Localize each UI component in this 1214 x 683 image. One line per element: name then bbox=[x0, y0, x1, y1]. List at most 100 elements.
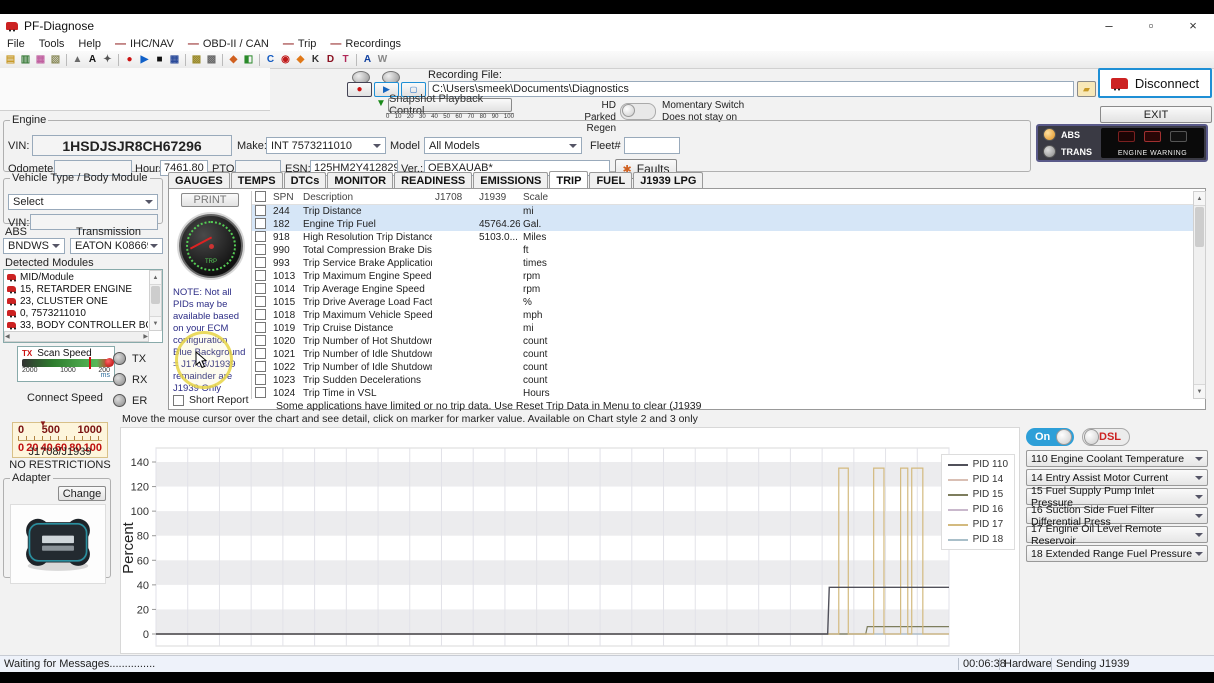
pid-dropdown-4[interactable]: 16 Suction Side Fuel Filter Differential… bbox=[1026, 507, 1208, 524]
row-checkbox-cell[interactable] bbox=[252, 257, 270, 271]
row-checkbox-cell[interactable] bbox=[252, 309, 270, 323]
tab-j1939-lpg[interactable]: J1939 LPG bbox=[633, 172, 703, 189]
pid-dropdown-1[interactable]: 110 Engine Coolant Temperature bbox=[1026, 450, 1208, 467]
row-checkbox[interactable] bbox=[255, 335, 266, 346]
row-checkbox-cell[interactable] bbox=[252, 231, 270, 245]
save-icon[interactable]: ▦ bbox=[33, 53, 48, 67]
scroll-up-icon[interactable]: ▲ bbox=[150, 271, 161, 285]
short-report-checkbox[interactable] bbox=[173, 395, 184, 406]
table-row[interactable]: 918High Resolution Trip Distance5103.0..… bbox=[252, 231, 1194, 244]
row-checkbox-cell[interactable] bbox=[252, 270, 270, 284]
tab-temps[interactable]: TEMPS bbox=[231, 172, 283, 189]
vehicle-type-select[interactable]: Select bbox=[8, 194, 158, 210]
modules-vscrollbar[interactable]: ▲ ▼ bbox=[149, 270, 162, 331]
row-checkbox[interactable] bbox=[255, 361, 266, 372]
row-checkbox[interactable] bbox=[255, 374, 266, 385]
snapshot-grid-icon[interactable]: ▦ bbox=[167, 53, 182, 67]
row-checkbox[interactable] bbox=[255, 283, 266, 294]
print-button[interactable]: PRINT bbox=[181, 193, 239, 207]
record-button[interactable]: ● bbox=[347, 82, 372, 97]
cummins-logo-icon[interactable]: ◉ bbox=[278, 53, 293, 67]
close-button[interactable]: × bbox=[1172, 14, 1214, 37]
table-row[interactable]: 1020Trip Number of Hot Shutdownscount bbox=[252, 335, 1194, 348]
dsl-toggle[interactable]: DSL bbox=[1082, 428, 1130, 446]
setup-icon[interactable]: ▧ bbox=[48, 53, 63, 67]
model-select[interactable]: All Models bbox=[424, 137, 582, 154]
module-list-item[interactable]: MID/Module bbox=[5, 271, 148, 283]
scroll-up-icon[interactable]: ▲ bbox=[1194, 192, 1205, 206]
pid-dropdown-6[interactable]: 18 Extended Range Fuel Pressure bbox=[1026, 545, 1208, 562]
scroll-thumb[interactable] bbox=[151, 286, 160, 304]
fleet-field[interactable] bbox=[624, 137, 680, 154]
scroll-down-icon[interactable]: ▼ bbox=[150, 316, 161, 330]
table-row[interactable]: 1015Trip Drive Average Load Factor% bbox=[252, 296, 1194, 309]
menu-item-ihc-nav[interactable]: —IHC/NAV bbox=[108, 38, 181, 50]
header-checkbox-cell[interactable] bbox=[252, 191, 270, 205]
detected-modules-list[interactable]: MID/Module15, RETARDER ENGINE23, CLUSTER… bbox=[3, 269, 163, 343]
table-row[interactable]: 244Trip Distancemi bbox=[252, 205, 1194, 218]
chart-on-toggle[interactable]: On bbox=[1026, 428, 1074, 446]
row-checkbox[interactable] bbox=[255, 348, 266, 359]
tab-dtcs[interactable]: DTCs bbox=[284, 172, 327, 189]
table-row[interactable]: 990Total Compression Brake Distanceft bbox=[252, 244, 1194, 257]
module-list-item[interactable]: 23, CLUSTER ONE bbox=[5, 295, 148, 307]
tps-logo-icon[interactable]: T bbox=[338, 53, 353, 67]
font-icon[interactable]: A bbox=[85, 53, 100, 67]
tab-monitor[interactable]: MONITOR bbox=[327, 172, 393, 189]
row-checkbox[interactable] bbox=[255, 218, 266, 229]
exit-button[interactable]: EXIT bbox=[1100, 106, 1212, 123]
menu-item-trip[interactable]: —Trip bbox=[276, 38, 324, 50]
clear-icon[interactable]: ◧ bbox=[241, 53, 256, 67]
disconnect-button[interactable]: Disconnect bbox=[1098, 68, 1212, 98]
modules-hscrollbar[interactable]: ◀▶ bbox=[4, 331, 149, 342]
ecm-codes-icon[interactable]: ▩ bbox=[204, 53, 219, 67]
module-list-item[interactable]: 33, BODY CONTROLLER BCM bbox=[5, 319, 148, 331]
ddc-logo-icon[interactable]: D bbox=[323, 53, 338, 67]
row-checkbox-cell[interactable] bbox=[252, 374, 270, 388]
menu-item-tools[interactable]: Tools bbox=[32, 38, 72, 50]
pid-dropdown-2[interactable]: 14 Entry Assist Motor Current bbox=[1026, 469, 1208, 486]
module-list-item[interactable]: 0, 7573211010 bbox=[5, 307, 148, 319]
connection-icon[interactable]: ▥ bbox=[18, 53, 33, 67]
table-row[interactable]: 1023Trip Sudden Decelerationscount bbox=[252, 374, 1194, 387]
kia-logo-icon[interactable]: K bbox=[308, 53, 323, 67]
abs-select[interactable]: BNDWS bbox=[3, 238, 65, 254]
open-file-icon[interactable]: ▤ bbox=[3, 53, 18, 67]
row-checkbox[interactable] bbox=[255, 322, 266, 333]
table-row[interactable]: 182Engine Trip Fuel45764.26Gal. bbox=[252, 218, 1194, 231]
cat-logo-icon[interactable]: C bbox=[263, 53, 278, 67]
stop-icon[interactable]: ■ bbox=[152, 53, 167, 67]
scroll-left-icon[interactable]: ◀ bbox=[5, 333, 10, 340]
pid-dropdown-3[interactable]: 15 Fuel Supply Pump Inlet Pressure bbox=[1026, 488, 1208, 505]
menu-item-obd-ii-can[interactable]: —OBD-II / CAN bbox=[181, 38, 276, 50]
tab-readiness[interactable]: READINESS bbox=[394, 172, 472, 189]
row-checkbox-cell[interactable] bbox=[252, 322, 270, 336]
scale-icon[interactable]: ▲ bbox=[70, 53, 85, 67]
trip-chart[interactable]: 140120100806040200Percent PID 110PID 14P… bbox=[120, 427, 1020, 654]
row-checkbox[interactable] bbox=[255, 244, 266, 255]
row-checkbox-cell[interactable] bbox=[252, 205, 270, 219]
make-select[interactable]: INT 7573211010 bbox=[266, 137, 386, 154]
allison-logo-icon[interactable]: A bbox=[360, 53, 375, 67]
transmission-select[interactable]: EATON K086696 bbox=[70, 238, 163, 254]
change-adapter-button[interactable]: Change bbox=[58, 486, 106, 501]
table-row[interactable]: 1019Trip Cruise Distancemi bbox=[252, 322, 1194, 335]
row-checkbox-cell[interactable] bbox=[252, 335, 270, 349]
menu-item-file[interactable]: File bbox=[0, 38, 32, 50]
table-row[interactable]: 1018Trip Maximum Vehicle Speedmph bbox=[252, 309, 1194, 322]
menu-item-help[interactable]: Help bbox=[71, 38, 108, 50]
row-checkbox[interactable] bbox=[255, 231, 266, 242]
vin-field[interactable]: 1HSDJSJR8CH67296 bbox=[32, 135, 232, 156]
tab-fuel[interactable]: FUEL bbox=[589, 172, 632, 189]
recording-file-input[interactable]: C:\Users\smeek\Documents\Diagnostics bbox=[428, 81, 1074, 97]
row-checkbox[interactable] bbox=[255, 270, 266, 281]
play-icon[interactable]: ▶ bbox=[137, 53, 152, 67]
menu-item-recordings[interactable]: —Recordings bbox=[323, 38, 408, 50]
record-icon[interactable]: ● bbox=[122, 53, 137, 67]
row-checkbox-cell[interactable] bbox=[252, 348, 270, 362]
row-checkbox-cell[interactable] bbox=[252, 296, 270, 310]
table-scrollbar[interactable]: ▲ ▼ bbox=[1193, 191, 1206, 399]
row-checkbox-cell[interactable] bbox=[252, 244, 270, 258]
table-row[interactable]: 1013Trip Maximum Engine Speedrpm bbox=[252, 270, 1194, 283]
fault-icon[interactable]: ◆ bbox=[226, 53, 241, 67]
